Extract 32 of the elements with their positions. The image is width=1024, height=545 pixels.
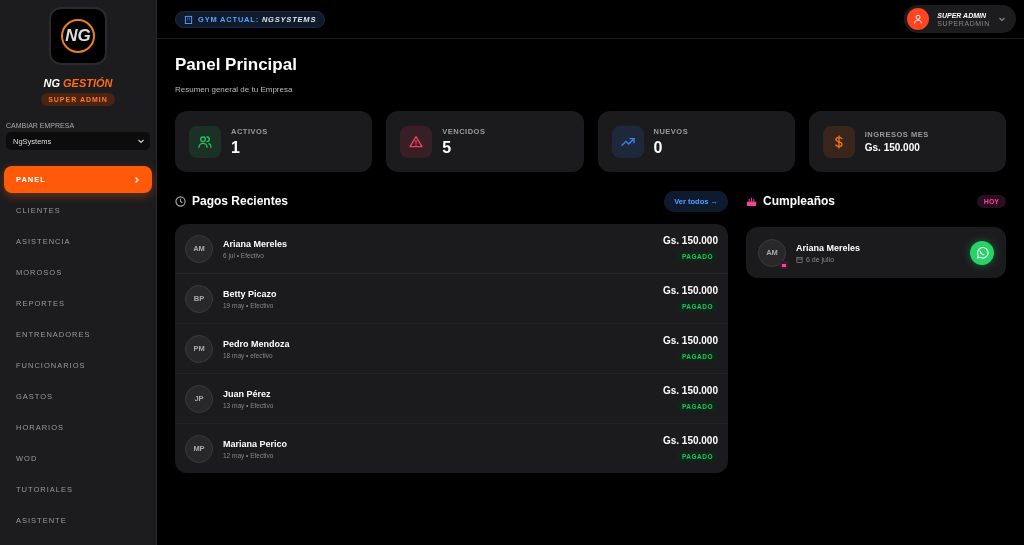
whatsapp-button[interactable] [970, 240, 994, 265]
payer-name: Juan Pérez [223, 388, 272, 399]
section-title: Pagos Recientes [192, 194, 289, 208]
payer-name: Betty Picazo [223, 288, 278, 299]
payer-name: Pedro Mendoza [223, 338, 291, 349]
payer-name: Mariana Perico [223, 438, 289, 449]
stat-value: 5 [442, 138, 453, 157]
section-title: Cumpleaños [763, 194, 835, 208]
stat-value: 1 [231, 138, 241, 157]
logo: NG [49, 7, 107, 65]
cake-icon [746, 195, 757, 207]
clock-icon [175, 195, 186, 207]
chevron-right-icon [133, 175, 140, 184]
payment-amount: Gs. 150.000 [662, 335, 718, 346]
stat-value: Gs. 150.000 [864, 142, 921, 153]
user-avatar-icon [907, 8, 930, 30]
payment-amount: Gs. 150.000 [662, 235, 718, 246]
building-icon [184, 14, 193, 24]
chevron-down-icon [998, 15, 1006, 23]
payer-name: Ariana Mereles [223, 238, 289, 249]
payment-amount: Gs. 150.000 [662, 285, 718, 296]
page-title: Panel Principal [175, 55, 298, 75]
chevron-down-icon [137, 137, 145, 145]
cake-icon [780, 260, 788, 269]
chat-icon [975, 245, 989, 260]
calendar-icon [796, 255, 803, 263]
page-subtitle: Resumen general de tu Empresa [175, 85, 294, 94]
stat-value: 0 [653, 138, 664, 157]
payment-amount: Gs. 150.000 [662, 385, 718, 396]
birthday-name: Ariana Mereles [796, 242, 862, 253]
brand-name: NG GESTIÓN [43, 77, 113, 89]
payment-amount: Gs. 150.000 [662, 435, 718, 446]
